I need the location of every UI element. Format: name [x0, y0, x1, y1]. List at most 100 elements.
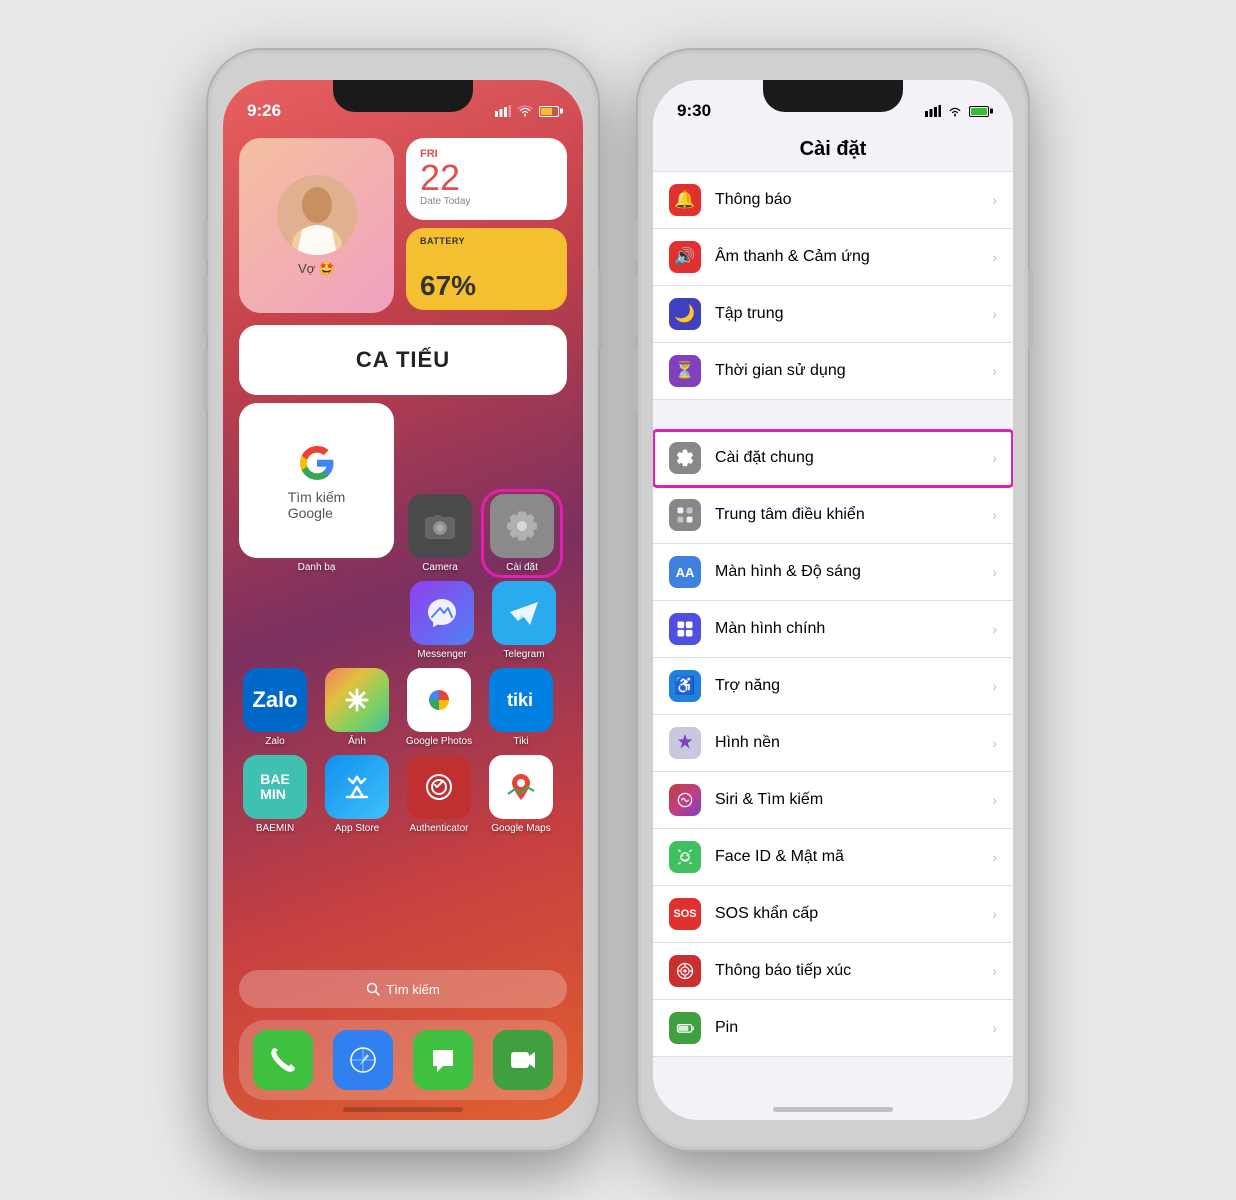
settings-item-manhinh[interactable]: AA Màn hình & Độ sáng ›: [653, 544, 1013, 601]
search-text: Tìm kiếm: [386, 982, 439, 997]
dock-phone[interactable]: [253, 1030, 313, 1090]
google-maps-icon-wrap: [489, 755, 553, 819]
manhinh-chevron: ›: [992, 564, 997, 580]
amthanh-chevron: ›: [992, 249, 997, 265]
messenger-svg: [424, 595, 460, 631]
notch-r: [763, 80, 903, 112]
app-icon-google-photos[interactable]: Google Photos: [403, 668, 475, 747]
settings-item-manhinhchinh[interactable]: Màn hình chính ›: [653, 601, 1013, 658]
app-icon-telegram[interactable]: Telegram: [488, 581, 560, 660]
avatar: [277, 175, 357, 255]
zalo-icon-wrap: Zalo: [243, 668, 307, 732]
volume-up-button-r[interactable]: [633, 275, 638, 335]
thongbaotiepxuc-icon: [669, 955, 701, 987]
google-widget[interactable]: Tìm kiếmGoogle: [239, 403, 394, 558]
wallpaper-icon: [675, 733, 695, 753]
settings-item-sos[interactable]: SOS SOS khẩn cấp ›: [653, 886, 1013, 943]
appstore-icon-wrap: [325, 755, 389, 819]
camera-icon-wrap: [408, 494, 472, 558]
app-label-messenger: Messenger: [417, 649, 466, 660]
google-photos-svg: [421, 682, 457, 718]
manhinhchinh-icon: [669, 613, 701, 645]
app-icon-tiki[interactable]: tiki Tiki: [485, 668, 557, 747]
catiêu-widget[interactable]: CA TIẾU: [239, 325, 567, 395]
zalo-text: Zalo: [252, 687, 297, 713]
search-icon: [366, 982, 380, 996]
settings-item-faceid[interactable]: Face ID & Mật mã ›: [653, 829, 1013, 886]
camera-svg: [422, 508, 458, 544]
app-icon-google-maps[interactable]: Google Maps: [485, 755, 557, 834]
mute-button[interactable]: [203, 220, 208, 260]
pin-icon: [669, 1012, 701, 1044]
tiki-icon-wrap: tiki: [489, 668, 553, 732]
faceid-chevron: ›: [992, 849, 997, 865]
settings-item-caidatchung[interactable]: Cài đặt chung ›: [653, 430, 1013, 487]
settings-item-tronang[interactable]: ♿ Trợ năng ›: [653, 658, 1013, 715]
google-maps-svg: [503, 769, 539, 805]
volume-down-button-r[interactable]: [633, 350, 638, 410]
dock: Tìm kiếm: [239, 970, 567, 1100]
sos-label: SOS khẩn cấp: [715, 905, 978, 923]
google-g-logo: [295, 441, 339, 485]
manhinh-label: Màn hình & Độ sáng: [715, 563, 978, 581]
app-icon-authenticator[interactable]: Authenticator: [403, 755, 475, 834]
app-icon-appstore[interactable]: App Store: [321, 755, 393, 834]
app-icon-photos[interactable]: Ảnh: [321, 668, 393, 747]
day-number: 22: [420, 160, 460, 196]
app-icon-baemin[interactable]: BAEMIN BAEMIN: [239, 755, 311, 834]
app-icon-messenger[interactable]: Messenger: [406, 581, 478, 660]
settings-item-hinhnền[interactable]: Hình nền ›: [653, 715, 1013, 772]
settings-item-thoigian[interactable]: ⏳ Thời gian sử dụng ›: [653, 343, 1013, 400]
settings-screen: 9:30 Cài đặt 🔔 Thông báo ›: [653, 80, 1013, 1120]
dock-safari[interactable]: [333, 1030, 393, 1090]
hinhnền-icon: [669, 727, 701, 759]
mute-button-r[interactable]: [633, 220, 638, 260]
sos-chevron: ›: [992, 906, 997, 922]
settings-item-amthanh[interactable]: 🔊 Âm thanh & Cảm ứng ›: [653, 229, 1013, 286]
settings-item-thongbaotiepxuc[interactable]: Thông báo tiếp xúc ›: [653, 943, 1013, 1000]
dock-facetime[interactable]: [493, 1030, 553, 1090]
power-button[interactable]: [598, 270, 603, 350]
app-label-zalo: Zalo: [265, 736, 284, 747]
app-label-appstore: App Store: [335, 823, 379, 834]
home-indicator-r[interactable]: [773, 1107, 893, 1112]
settings-item-taptrung[interactable]: 🌙 Tập trung ›: [653, 286, 1013, 343]
app-icon-zalo[interactable]: Zalo Zalo: [239, 668, 311, 747]
settings-item-thongbao[interactable]: 🔔 Thông báo ›: [653, 171, 1013, 229]
dock-messages[interactable]: [413, 1030, 473, 1090]
app-label-google-maps: Google Maps: [491, 823, 550, 834]
catiêu-text: CA TIẾU: [356, 347, 450, 373]
baemin-icon-wrap: BAEMIN: [243, 755, 307, 819]
phone-icon: [267, 1044, 299, 1076]
settings-item-trungtam[interactable]: Trung tâm điều khiển ›: [653, 487, 1013, 544]
settings-item-siri[interactable]: Siri & Tìm kiếm ›: [653, 772, 1013, 829]
app-icon-camera[interactable]: Camera: [404, 494, 476, 573]
pin-chevron: ›: [992, 1020, 997, 1036]
caidatchung-chevron: ›: [992, 450, 997, 466]
wifi-icon: [517, 105, 533, 117]
volume-up-button[interactable]: [203, 275, 208, 335]
right-phone: 9:30 Cài đặt 🔔 Thông báo ›: [638, 50, 1028, 1150]
signal-icon-r: [925, 105, 941, 117]
app-icon-google-widget[interactable]: Tìm kiếmGoogle Danh bạ: [239, 403, 394, 573]
taptrung-chevron: ›: [992, 306, 997, 322]
amthanh-icon: 🔊: [669, 241, 701, 273]
home-indicator[interactable]: [343, 1107, 463, 1112]
app-icon-settings[interactable]: Cài đặt: [486, 494, 558, 573]
date-widget[interactable]: FRI 22 Date Today: [406, 138, 567, 220]
siri-svg: [675, 790, 695, 810]
settings-status-icons: [925, 105, 989, 117]
manhinh-icon: AA: [669, 556, 701, 588]
trungtam-chevron: ›: [992, 507, 997, 523]
power-button-r[interactable]: [1028, 270, 1033, 350]
status-icons: [495, 105, 559, 117]
settings-item-pin[interactable]: Pin ›: [653, 1000, 1013, 1057]
taptrung-icon: 🌙: [669, 298, 701, 330]
battery-widget[interactable]: BATTERY 67%: [406, 228, 567, 310]
settings-page-title: Cài đặt: [653, 130, 1013, 171]
volume-down-button[interactable]: [203, 350, 208, 410]
contact-widget[interactable]: Vợ 🤩: [239, 138, 394, 313]
apps-row-2: Messenger Telegram: [239, 581, 567, 660]
search-bar[interactable]: Tìm kiếm: [239, 970, 567, 1008]
thongbao-chevron: ›: [992, 192, 997, 208]
